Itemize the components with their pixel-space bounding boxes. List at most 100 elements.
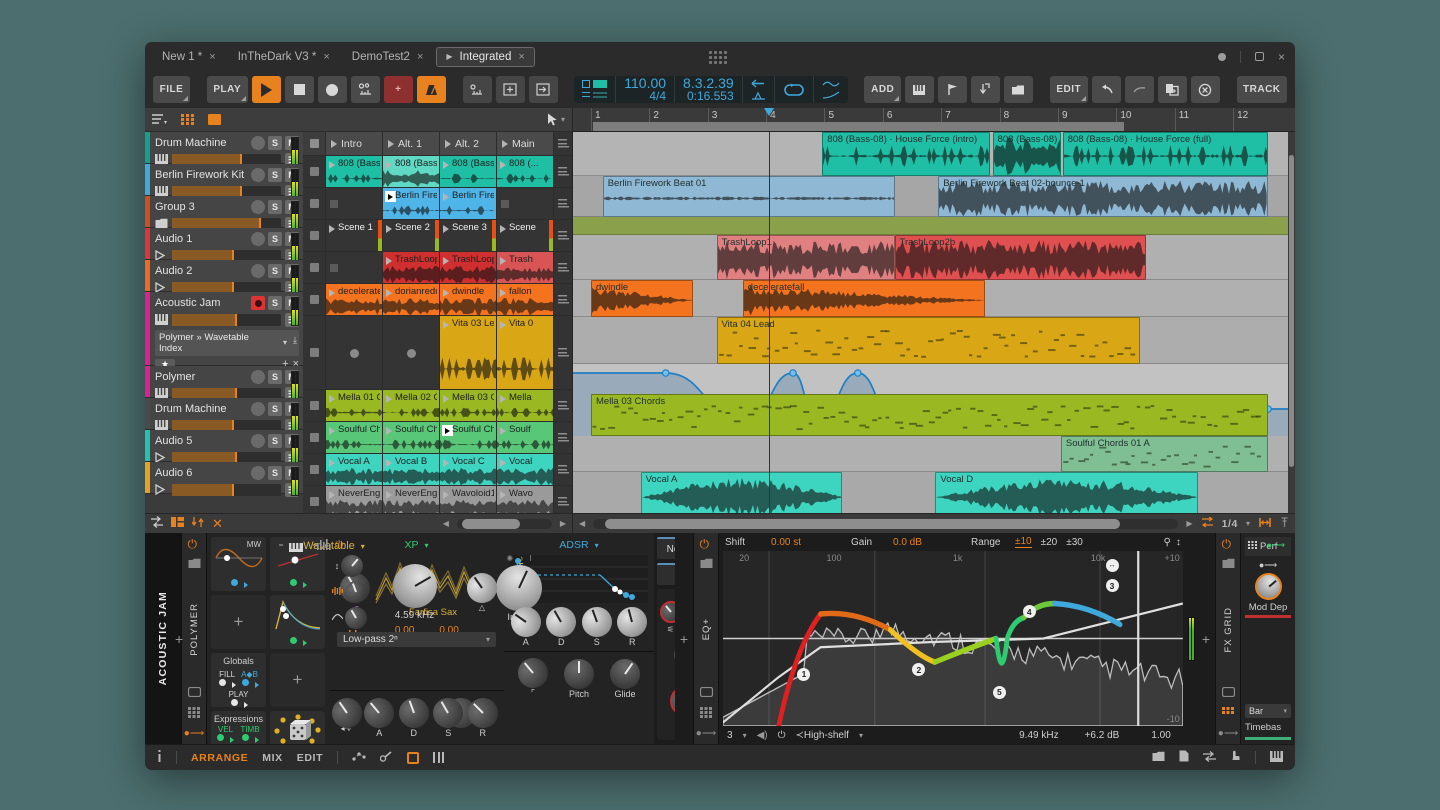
add-track-icon[interactable]	[496, 76, 525, 103]
track-header[interactable]: Berlin Firework KitSM☰	[145, 164, 303, 196]
track-name[interactable]: Audio 5	[155, 435, 248, 447]
record-arm-button[interactable]	[251, 168, 265, 182]
close-button[interactable]: ×	[1278, 51, 1285, 63]
record-arm-button[interactable]	[251, 264, 265, 278]
clip-slot[interactable]: fallon	[497, 284, 554, 315]
eq-node-5[interactable]: 5	[993, 686, 1006, 699]
launch-cell[interactable]	[554, 284, 572, 316]
scroll-right-icon[interactable]: ▶	[1186, 519, 1192, 528]
clip-slot[interactable]: NeverEngin...	[326, 486, 383, 513]
chevron-down-icon[interactable]: ▾	[595, 541, 599, 550]
play-menu-button[interactable]: PLAY	[207, 76, 248, 103]
punch-icons[interactable]	[743, 76, 775, 103]
preset-folder-icon[interactable]	[700, 558, 713, 572]
arranger-clip[interactable]: 808 (Bass-08)	[993, 132, 1061, 176]
launcher-hscrollbar[interactable]	[457, 519, 552, 529]
wave-mode-3-icon[interactable]: I	[529, 554, 531, 564]
solo-button[interactable]: S	[268, 200, 282, 214]
drop-icon[interactable]	[971, 76, 1000, 103]
note-fx-button[interactable]: Note FX	[657, 537, 675, 559]
clip-slot[interactable]: Scene 2	[383, 220, 440, 251]
launch-cell[interactable]	[554, 316, 572, 390]
eq-band-gain[interactable]: +6.2 dB	[1085, 730, 1120, 741]
modulator-envelope[interactable]	[270, 595, 325, 649]
chevron-down-icon[interactable]: ▾	[743, 731, 747, 740]
power-icon[interactable]: ⏻	[778, 730, 786, 741]
close-icon[interactable]: ×	[323, 51, 329, 63]
power-icon[interactable]: ⏻	[188, 538, 201, 551]
grid-view-button[interactable]	[174, 108, 201, 132]
bar-select[interactable]: Bar ▾	[1245, 704, 1291, 718]
piano-icon[interactable]	[905, 76, 934, 103]
record-arm-button[interactable]	[251, 232, 265, 246]
clip-slot[interactable]: Scene	[497, 220, 554, 251]
launch-cell[interactable]	[554, 422, 572, 454]
track-name[interactable]: Acoustic Jam	[155, 297, 248, 309]
arranger-clip[interactable]: TrashLoop1	[717, 235, 895, 280]
filter-cutoff-knob[interactable]	[384, 555, 444, 615]
duplicate-icon[interactable]	[1158, 76, 1187, 103]
transport-mode-icons[interactable]	[574, 76, 616, 103]
solo-button[interactable]: S	[268, 168, 282, 182]
add-device-button[interactable]: +	[175, 631, 183, 647]
clip-slot[interactable]	[497, 188, 554, 219]
track-name[interactable]: Drum Machine	[155, 403, 248, 415]
add-device-button-3[interactable]: +	[1197, 533, 1215, 744]
mod-depth-knob[interactable]	[1249, 567, 1287, 605]
arranger-clip[interactable]: Berlin Firework Beat 02-bounce-1	[938, 176, 1268, 217]
io-icon[interactable]	[1203, 751, 1216, 765]
launch-cell[interactable]	[554, 156, 572, 188]
close-icon[interactable]: ×	[209, 51, 215, 63]
arranger-clip[interactable]: 808 (Bass-08) · House Force (full)	[1063, 132, 1269, 176]
power-icon[interactable]: ⏻	[1222, 538, 1235, 551]
track-name[interactable]: Berlin Firework Kit	[155, 169, 248, 181]
expand-icon[interactable]	[188, 687, 201, 700]
view-tab-edit[interactable]: EDIT	[297, 752, 323, 764]
clip-slot[interactable]: dorianredu...	[383, 284, 440, 315]
eq-analyzer-icon[interactable]: ⚲	[1163, 537, 1170, 548]
tab-integrated[interactable]: ▶ Integrated ×	[436, 47, 534, 67]
clip-slot[interactable]: Mella	[497, 390, 554, 421]
tempo-display[interactable]: 110.00 4/4	[616, 76, 675, 103]
stop-clip-button[interactable]	[303, 454, 326, 485]
snap-icon[interactable]	[1258, 517, 1272, 531]
clip-slot[interactable]: Mella 01 C...	[326, 390, 383, 421]
clip-slot[interactable]: Mella 03 C...	[440, 390, 497, 421]
modulation-out-icon[interactable]: ●⟶	[696, 728, 716, 739]
record-arm-button[interactable]	[251, 136, 265, 150]
amp-release-knob[interactable]	[614, 604, 651, 641]
track-header[interactable]: Audio 2SM☰	[145, 260, 303, 292]
stop-all-button[interactable]	[303, 132, 326, 155]
eq-shift-value[interactable]: 0.00 st	[771, 537, 851, 548]
arranger-clip[interactable]: TrashLoop2b	[895, 235, 1146, 280]
follow-playback-icon[interactable]	[463, 76, 492, 103]
clip-slot[interactable]: 808 (Bass-...	[383, 156, 440, 187]
record-arm-button[interactable]	[251, 466, 265, 480]
launch-cell[interactable]	[554, 390, 572, 422]
clip-slot[interactable]: Soulf	[497, 422, 554, 453]
clip-slot[interactable]: Vita 03 Lead	[440, 316, 497, 389]
record-button[interactable]	[318, 76, 347, 103]
keys-icon[interactable]	[1270, 751, 1283, 765]
scroll-right-icon[interactable]: ▶	[560, 519, 566, 528]
chevron-down-icon[interactable]: ▾	[425, 541, 429, 550]
track-header[interactable]: PolymerSM☰	[145, 366, 303, 398]
wave-mode-1-icon[interactable]: ✺	[507, 554, 514, 564]
io-icon[interactable]	[151, 516, 163, 531]
position-display[interactable]: 8.3.2.39 0:16.553	[675, 76, 743, 103]
layout-icon[interactable]	[171, 517, 184, 530]
record-arm-button[interactable]	[251, 200, 265, 214]
track-header[interactable]: Group 3SM☰	[145, 196, 303, 228]
solo-button[interactable]: S	[268, 370, 282, 384]
close-icon[interactable]: ×	[518, 51, 524, 63]
launch-cell[interactable]	[554, 252, 572, 284]
stop-clip-button[interactable]	[303, 316, 326, 389]
record-arm-button[interactable]	[251, 434, 265, 448]
arranger-clip[interactable]: Vocal D	[935, 472, 1198, 513]
arranger-clip[interactable]: dwindle	[591, 280, 693, 317]
scene-cell-3[interactable]: Alt. 2	[440, 132, 497, 155]
track-header[interactable]: Audio 1SM☰	[145, 228, 303, 260]
stop-clip-button[interactable]	[303, 156, 326, 187]
undo-icon[interactable]	[1092, 76, 1121, 103]
keys-icon[interactable]	[155, 314, 168, 327]
